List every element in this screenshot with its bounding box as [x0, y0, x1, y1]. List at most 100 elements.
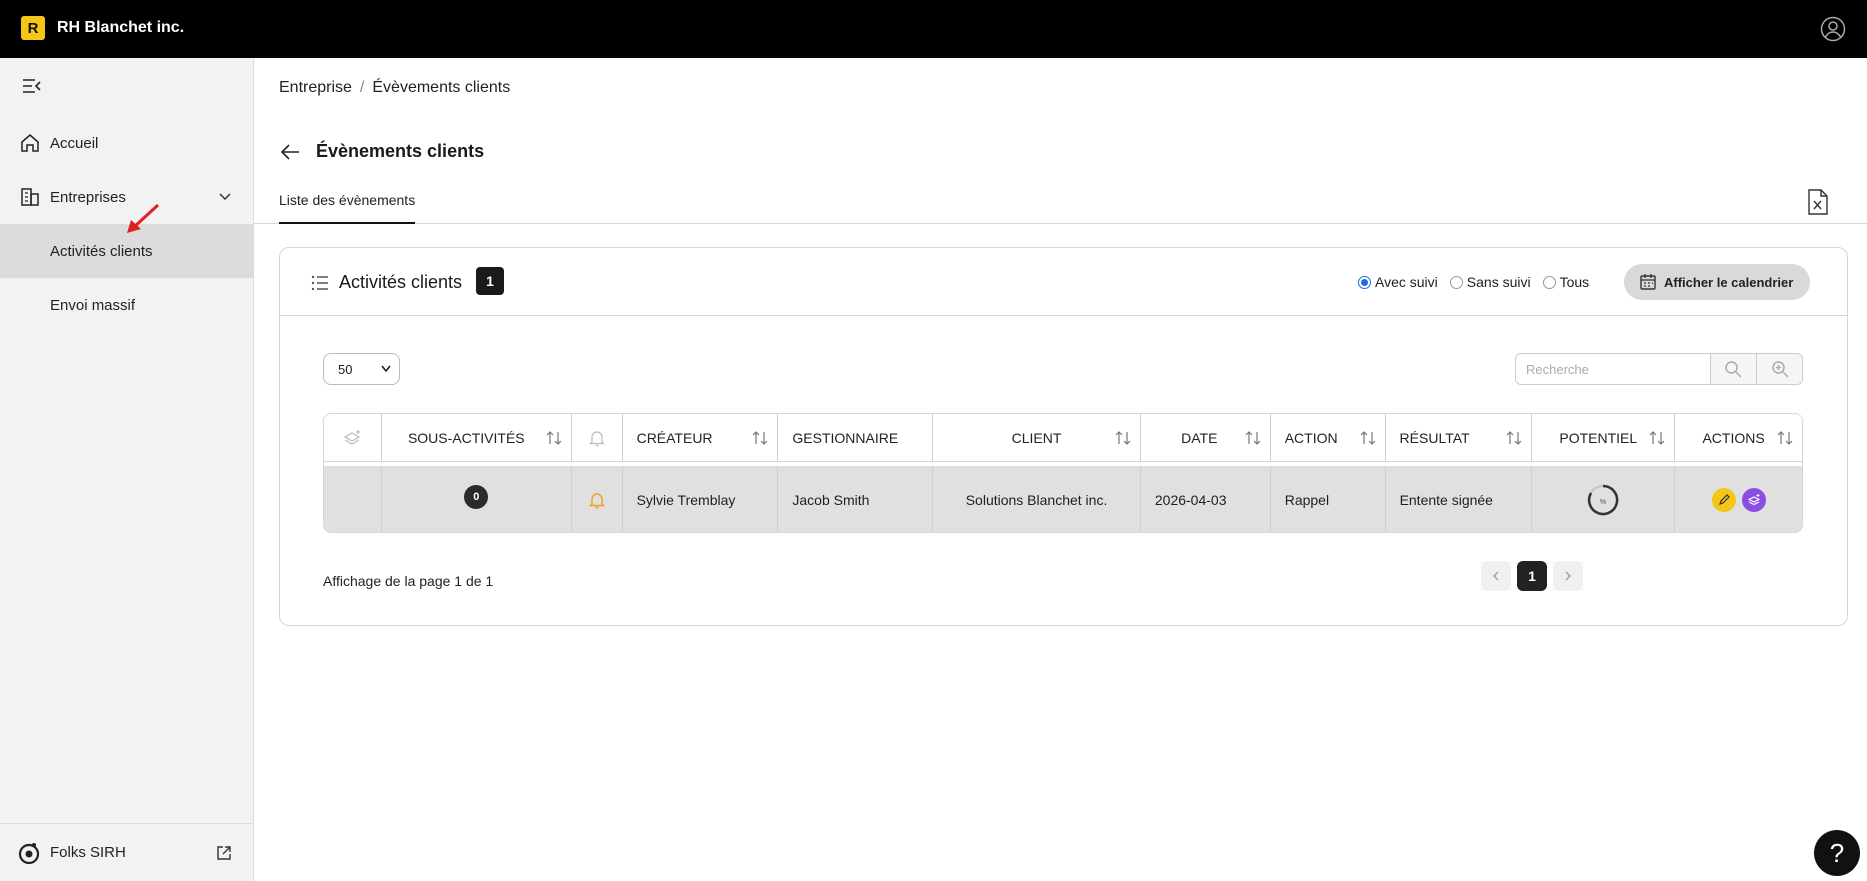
- breadcrumb-current: Évèvements clients: [372, 79, 511, 96]
- bell-icon: [588, 430, 605, 446]
- cell-action: Rappel: [1271, 466, 1386, 532]
- column-header-action[interactable]: ACTION: [1271, 414, 1386, 461]
- sort-icon[interactable]: [1777, 430, 1793, 446]
- show-calendar-button[interactable]: Afficher le calendrier: [1624, 264, 1810, 300]
- excel-export-icon[interactable]: [1807, 189, 1829, 215]
- radio-tous[interactable]: Tous: [1542, 274, 1590, 290]
- prev-page-button[interactable]: [1481, 561, 1511, 591]
- cell-empty: [324, 466, 382, 532]
- cell-client: Solutions Blanchet inc.: [933, 466, 1141, 532]
- sidebar-footer-label: Folks SIRH: [50, 844, 126, 861]
- chevron-down-icon: [381, 365, 391, 373]
- column-header-label: SOUS-ACTIVITÉS: [407, 429, 525, 446]
- breadcrumb-root[interactable]: Entreprise: [279, 79, 352, 97]
- search-group: Recherche: [1515, 353, 1803, 385]
- annotation-arrow-icon: [127, 203, 160, 233]
- sort-icon[interactable]: [1360, 430, 1376, 446]
- radio-label: Avec suivi: [1375, 274, 1438, 290]
- search-button[interactable]: [1710, 354, 1757, 384]
- radio-label: Tous: [1559, 274, 1590, 290]
- calendar-icon: [1640, 274, 1656, 290]
- sidebar-footer-link[interactable]: Folks SIRH: [0, 823, 254, 881]
- advanced-search-button[interactable]: [1756, 354, 1802, 384]
- pencil-icon: [1718, 493, 1730, 505]
- table-header: SOUS-ACTIVITÉS CRÉATEUR GESTIONNAIRE CLI…: [324, 414, 1802, 462]
- activities-card: Activités clients 1 Avec suivi Sans suiv…: [279, 247, 1848, 626]
- breadcrumb-separator: /: [359, 79, 365, 96]
- search-icon: [1725, 361, 1743, 378]
- user-profile-icon[interactable]: [1820, 16, 1846, 42]
- radio-label: Sans suivi: [1466, 274, 1531, 290]
- column-header-label: CRÉATEUR: [636, 429, 713, 446]
- radio-dot[interactable]: [1449, 275, 1463, 289]
- external-link-icon: [217, 845, 231, 860]
- collapse-sidebar-icon[interactable]: [21, 77, 43, 95]
- top-bar: R RH Blanchet inc.: [0, 0, 1867, 58]
- sort-icon[interactable]: [752, 430, 768, 446]
- back-arrow-icon[interactable]: [279, 142, 301, 162]
- page-size-select[interactable]: 50: [323, 353, 400, 385]
- cell-resultat: Entente signée: [1386, 466, 1533, 532]
- help-button[interactable]: ?: [1814, 830, 1860, 876]
- add-subactivity-button[interactable]: [1741, 487, 1766, 512]
- sort-icon[interactable]: [546, 430, 562, 446]
- chevron-left-icon: [1493, 571, 1499, 581]
- column-header-label: DATE: [1181, 429, 1218, 446]
- column-header-client[interactable]: CLIENT: [933, 414, 1141, 461]
- sort-icon[interactable]: [1115, 430, 1131, 446]
- column-header-label: POTENTIEL: [1559, 429, 1638, 446]
- pagination: 1: [1481, 561, 1583, 591]
- page-size-value: 50: [338, 361, 353, 377]
- radio-dot[interactable]: [1358, 275, 1371, 289]
- column-header-resultat[interactable]: RÉSULTAT: [1386, 414, 1533, 461]
- radio-sans-suivi[interactable]: Sans suivi: [1449, 274, 1531, 290]
- radio-avec-suivi[interactable]: Avec suivi: [1358, 274, 1438, 290]
- potential-label: %: [1600, 499, 1606, 506]
- folks-logo-icon: [18, 842, 40, 864]
- page-button-current[interactable]: 1: [1517, 561, 1547, 591]
- card-header: Activités clients 1 Avec suivi Sans suiv…: [280, 248, 1847, 316]
- cell-sous-activites: 0: [382, 466, 572, 532]
- sidebar-item-label: Entreprises: [50, 188, 126, 206]
- sort-icon[interactable]: [1245, 430, 1261, 446]
- cell-gestionnaire: Jacob Smith: [778, 466, 934, 532]
- column-header-label: RÉSULTAT: [1399, 429, 1470, 446]
- column-header-createur[interactable]: CRÉATEUR: [623, 414, 779, 461]
- bell-icon[interactable]: [588, 491, 605, 509]
- sidebar-item-accueil[interactable]: Accueil: [0, 116, 254, 170]
- tab-liste-evenements[interactable]: Liste des évènements: [279, 192, 416, 224]
- sidebar-item-label: Envoi massif: [50, 296, 136, 314]
- potential-gauge: %: [1588, 484, 1619, 515]
- sort-icon[interactable]: [1649, 430, 1665, 446]
- buildings-icon: [21, 188, 39, 206]
- column-header-subactivity-icon: [324, 414, 382, 461]
- column-header-gestionnaire: GESTIONNAIRE: [778, 414, 934, 461]
- table-row[interactable]: 0 Sylvie Tremblay Jacob Smith Solutions …: [324, 466, 1802, 532]
- subactivity-count-badge[interactable]: 0: [464, 485, 489, 509]
- chevron-right-icon: [1565, 571, 1571, 581]
- zoom-in-icon: [1771, 361, 1789, 378]
- tab-bar: Liste des évènements: [254, 180, 1867, 224]
- column-header-label: ACTION: [1284, 429, 1338, 446]
- radio-dot[interactable]: [1542, 275, 1556, 289]
- column-header-label: GESTIONNAIRE: [792, 429, 899, 446]
- company-logo: R: [21, 16, 45, 40]
- column-header-potentiel[interactable]: POTENTIEL: [1532, 414, 1676, 461]
- next-page-button[interactable]: [1553, 561, 1583, 591]
- edit-button[interactable]: [1711, 487, 1736, 512]
- column-header-date[interactable]: DATE: [1141, 414, 1271, 461]
- column-header-actions[interactable]: ACTIONS: [1675, 414, 1802, 461]
- pagination-text: Affichage de la page 1 de 1: [323, 573, 494, 589]
- cell-actions: [1675, 466, 1802, 532]
- sidebar: Accueil Entreprises Activités clients En…: [0, 58, 254, 881]
- sort-icon[interactable]: [1506, 430, 1522, 446]
- cell-date: 2026-04-03: [1141, 466, 1271, 532]
- column-header-sous-activites[interactable]: SOUS-ACTIVITÉS: [382, 414, 572, 461]
- count-badge: 1: [476, 267, 504, 295]
- sidebar-item-envoi-massif[interactable]: Envoi massif: [0, 278, 254, 332]
- follow-up-filter: Avec suivi Sans suivi Tous: [1358, 274, 1589, 290]
- page-title: Évènements clients: [316, 141, 485, 161]
- search-input[interactable]: Recherche: [1516, 354, 1711, 384]
- chevron-down-icon[interactable]: [218, 190, 232, 204]
- breadcrumb: Entreprise / Évèvements clients: [279, 79, 510, 97]
